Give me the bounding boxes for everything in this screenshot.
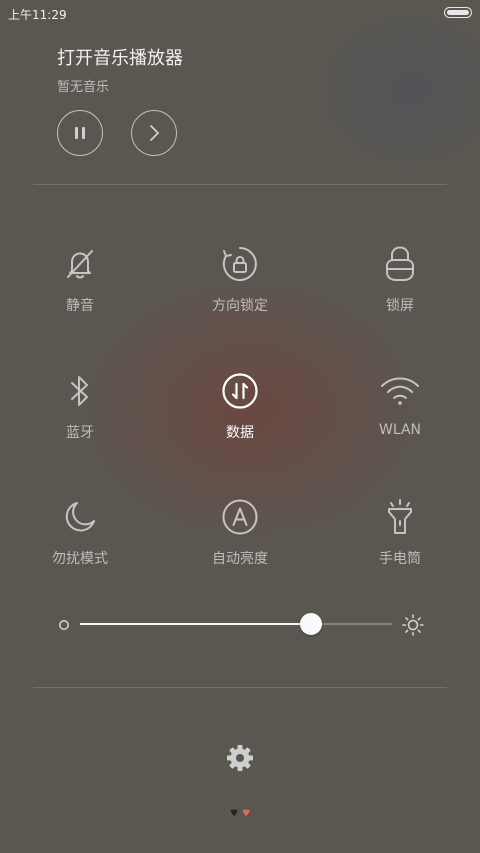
- divider-top: [33, 184, 447, 185]
- settings-button[interactable]: [224, 742, 256, 774]
- brightness-slider[interactable]: [58, 612, 426, 638]
- chevron-right-icon: [150, 125, 159, 141]
- status-time: 上午11:29: [8, 8, 67, 22]
- music-widget[interactable]: 打开音乐播放器 暂无音乐: [57, 44, 183, 95]
- toggle-bluetooth[interactable]: 蓝牙: [20, 371, 140, 442]
- rotation-lock-icon: [222, 247, 257, 281]
- auto-brightness-icon: [222, 499, 258, 535]
- divider-bottom: [33, 687, 447, 688]
- music-title[interactable]: 打开音乐播放器: [57, 44, 183, 70]
- pause-button[interactable]: [57, 110, 103, 156]
- toggle-do-not-disturb[interactable]: 勿扰模式: [20, 497, 140, 568]
- page-indicator: ♥♥: [230, 809, 254, 819]
- bluetooth-icon: [71, 376, 88, 406]
- moon-icon: [65, 502, 95, 532]
- toggle-wlan[interactable]: WLAN: [340, 371, 460, 438]
- brightness-progress: [80, 623, 311, 625]
- toggle-label: 自动亮度: [212, 551, 268, 567]
- toggle-label: 锁屏: [386, 298, 414, 314]
- wifi-icon: [381, 377, 419, 405]
- data-icon: [222, 373, 258, 409]
- toggle-mute[interactable]: 静音: [20, 244, 140, 315]
- toggle-flashlight[interactable]: 手电筒: [340, 497, 460, 568]
- toggle-lock-screen[interactable]: 锁屏: [340, 244, 460, 315]
- flashlight-icon: [388, 499, 412, 534]
- gear-icon: [227, 745, 253, 771]
- toggle-label: 数据: [226, 425, 254, 441]
- toggle-label: 静音: [66, 298, 94, 314]
- battery-icon: [444, 7, 472, 18]
- toggle-data[interactable]: 数据: [180, 371, 300, 442]
- music-subtitle: 暂无音乐: [57, 80, 110, 95]
- brightness-high-icon: [402, 614, 424, 636]
- next-button[interactable]: [131, 110, 177, 156]
- brightness-low-icon: [59, 620, 69, 630]
- page-dot-active: ♥: [242, 809, 255, 819]
- toggle-label: WLAN: [378, 422, 421, 438]
- page-dot: ♥: [230, 809, 243, 819]
- toggle-label: 勿扰模式: [52, 551, 108, 567]
- toggle-rotation-lock[interactable]: 方向锁定: [180, 244, 300, 315]
- pause-icon: [75, 127, 85, 139]
- toggle-label: 手电筒: [379, 551, 421, 567]
- toggle-auto-brightness[interactable]: 自动亮度: [180, 497, 300, 568]
- brightness-knob[interactable]: [299, 613, 322, 635]
- status-bar: 上午11:29: [0, 0, 480, 28]
- brightness-track[interactable]: [80, 623, 392, 625]
- toggle-label: 蓝牙: [66, 425, 94, 441]
- lock-icon: [386, 246, 414, 281]
- bell-off-icon: [67, 250, 93, 279]
- toggle-label: 方向锁定: [212, 298, 268, 314]
